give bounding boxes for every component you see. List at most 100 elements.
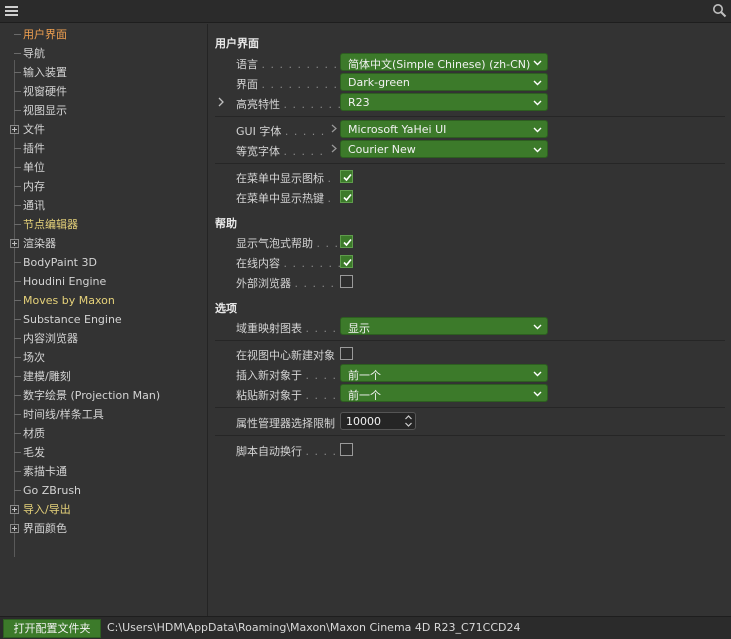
sidebar-item-label: 界面颜色 (23, 522, 67, 535)
sidebar-item[interactable]: 场次 (0, 348, 206, 367)
submenu-arrow-icon[interactable] (331, 124, 337, 133)
sidebar-item-label: 场次 (23, 351, 45, 364)
sidebar-item-label: BodyPaint 3D (23, 256, 97, 269)
expand-plus-icon[interactable] (10, 239, 19, 248)
sidebar-item[interactable]: 通讯 (0, 196, 206, 215)
preferences-main-panel: 用户界面 语言 . . . . . . . . . . . . 简体中文(Sim… (209, 24, 731, 616)
scheme-dropdown[interactable]: Dark-green (340, 73, 548, 91)
tree-connector (14, 414, 21, 415)
show-hotkeys-checkbox[interactable] (340, 190, 353, 203)
sidebar-item[interactable]: 文件 (0, 120, 206, 139)
expand-plus-icon[interactable] (10, 125, 19, 134)
bubble-help-checkbox[interactable] (340, 235, 353, 248)
divider (215, 407, 725, 408)
sidebar-item[interactable]: 时间线/样条工具 (0, 405, 206, 424)
attr-limit-value: 10000 (346, 415, 381, 428)
checkmark-icon (343, 173, 352, 182)
tree-connector (14, 300, 21, 301)
show-icons-checkbox[interactable] (340, 170, 353, 183)
stepper-arrows-icon[interactable] (404, 414, 413, 428)
section-title-ui: 用户界面 (215, 37, 259, 50)
sidebar-item[interactable]: Houdini Engine (0, 272, 206, 291)
gui-font-dropdown[interactable]: Microsoft YaHei UI (340, 120, 548, 138)
chevron-down-icon (533, 147, 542, 153)
search-icon[interactable] (712, 3, 727, 18)
insert-at-dropdown[interactable]: 前一个 (340, 364, 548, 382)
gui-font-value: Microsoft YaHei UI (348, 123, 447, 136)
sidebar-item[interactable]: Substance Engine (0, 310, 206, 329)
paste-at-dropdown[interactable]: 前一个 (340, 384, 548, 402)
sidebar-item-label: 内容浏览器 (23, 332, 78, 345)
sidebar-item[interactable]: 渲染器 (0, 234, 206, 253)
sidebar-item-label: 视图显示 (23, 104, 67, 117)
sidebar-item[interactable]: 素描卡通 (0, 462, 206, 481)
attr-limit-stepper[interactable]: 10000 (340, 412, 416, 430)
config-path: C:\Users\HDM\AppData\Roaming\Maxon\Maxon… (107, 621, 521, 634)
insert-at-row: 插入新对象于 . . . . . 前一个 (209, 364, 731, 384)
sidebar-item-label: 时间线/样条工具 (23, 408, 104, 421)
sidebar-item[interactable]: Go ZBrush (0, 481, 206, 500)
sidebar-item[interactable]: 用户界面 (0, 25, 206, 44)
center-new-checkbox[interactable] (340, 347, 353, 360)
tree-connector (14, 72, 21, 73)
sidebar-item[interactable]: Moves by Maxon (0, 291, 206, 310)
online-content-label: 在线内容 (236, 257, 280, 270)
sidebar-item[interactable]: 单位 (0, 158, 206, 177)
scheme-label: 界面 (236, 78, 258, 91)
external-browser-dots: . . . . . . (294, 277, 344, 290)
mono-font-dropdown[interactable]: Courier New (340, 140, 548, 158)
sidebar-item-label: Substance Engine (23, 313, 122, 326)
sidebar-item[interactable]: 导入/导出 (0, 500, 206, 519)
sidebar-item[interactable]: BodyPaint 3D (0, 253, 206, 272)
hamburger-icon[interactable] (4, 4, 20, 18)
tree-connector (14, 148, 21, 149)
attr-limit-row: 属性管理器选择限制 10000 (209, 412, 731, 432)
open-config-folder-button[interactable]: 打开配置文件夹 (3, 619, 101, 638)
section-title-help: 帮助 (215, 217, 237, 230)
sidebar-item[interactable]: 内存 (0, 177, 206, 196)
sidebar-item[interactable]: 材质 (0, 424, 206, 443)
center-new-label: 在视图中心新建对象 (236, 349, 335, 362)
submenu-arrow-icon[interactable] (331, 144, 337, 153)
script-wrap-label: 脚本自动换行 (236, 445, 302, 458)
center-new-row: 在视图中心新建对象 (209, 344, 731, 364)
chevron-down-icon (533, 100, 542, 106)
gamut-label: 域重映射图表 (236, 322, 302, 335)
tree-connector (14, 53, 21, 54)
sidebar-item[interactable]: 毛发 (0, 443, 206, 462)
gamut-dots: . . . . (305, 322, 337, 335)
sidebar-item-label: 渲染器 (23, 237, 56, 250)
script-wrap-checkbox[interactable] (340, 443, 353, 456)
tree-connector (14, 433, 21, 434)
sidebar-item[interactable]: 节点编辑器 (0, 215, 206, 234)
sidebar-item[interactable]: 插件 (0, 139, 206, 158)
expand-plus-icon[interactable] (10, 524, 19, 533)
sidebar-item[interactable]: 数字绘景 (Projection Man) (0, 386, 206, 405)
sidebar-item[interactable]: 视图显示 (0, 101, 206, 120)
show-icons-dots: . (327, 172, 332, 185)
sidebar-item-label: 内存 (23, 180, 45, 193)
sidebar-item-label: 导航 (23, 47, 45, 60)
language-dropdown[interactable]: 简体中文(Simple Chinese) (zh-CN) (340, 53, 548, 71)
sidebar-item-label: 节点编辑器 (23, 218, 78, 231)
sidebar-item[interactable]: 导航 (0, 44, 206, 63)
external-browser-checkbox[interactable] (340, 275, 353, 288)
sidebar-item-label: 输入装置 (23, 66, 67, 79)
chevron-down-icon (533, 371, 542, 377)
sidebar-item[interactable]: 内容浏览器 (0, 329, 206, 348)
sidebar-item[interactable]: 视窗硬件 (0, 82, 206, 101)
insert-at-value: 前一个 (348, 369, 381, 382)
expand-plus-icon[interactable] (10, 505, 19, 514)
tree-connector (14, 452, 21, 453)
gamut-dropdown[interactable]: 显示 (340, 317, 548, 335)
highlight-dropdown[interactable]: R23 (340, 93, 548, 111)
sidebar-item[interactable]: 建模/雕刻 (0, 367, 206, 386)
online-content-checkbox[interactable] (340, 255, 353, 268)
expand-arrow-icon[interactable] (217, 97, 225, 107)
sidebar-item-label: Houdini Engine (23, 275, 107, 288)
sidebar-item[interactable]: 界面颜色 (0, 519, 206, 538)
bubble-help-row: 显示气泡式帮助 . . . (209, 232, 731, 252)
language-row: 语言 . . . . . . . . . . . . 简体中文(Simple C… (209, 53, 731, 73)
sidebar-item[interactable]: 输入装置 (0, 63, 206, 82)
tree-connector (14, 224, 21, 225)
